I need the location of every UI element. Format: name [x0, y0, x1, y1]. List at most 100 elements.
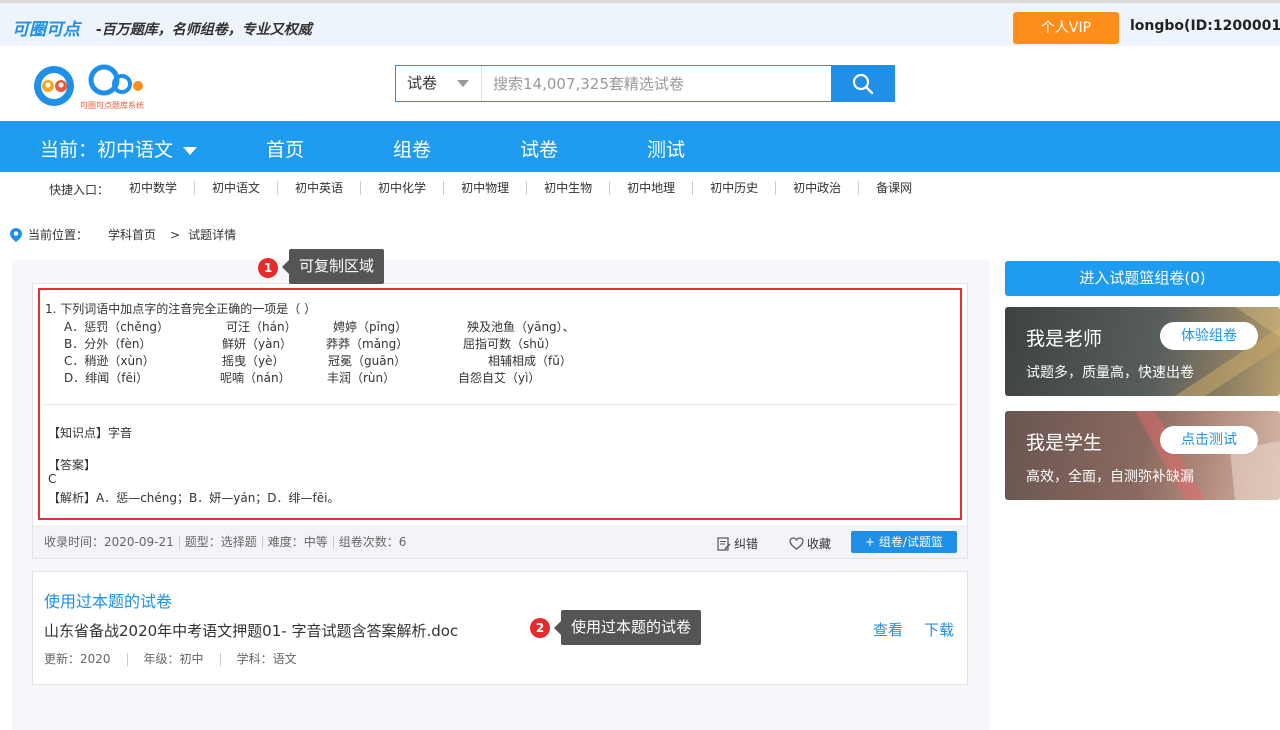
- favorite-button[interactable]: 收藏: [789, 535, 831, 552]
- paper-meta: 更新：2020 年级：初中 学科：语文: [44, 653, 313, 666]
- paper-subject: 学科：语文: [219, 653, 313, 666]
- site-logo[interactable]: 可圈可点题库系统: [30, 56, 170, 114]
- subject-selector[interactable]: 当前：初中语文: [40, 135, 198, 162]
- chevron-down-icon: [457, 80, 469, 87]
- search-type-value: 试卷: [407, 74, 438, 92]
- option-d-2: 呢喃（nán）: [220, 371, 291, 385]
- brand-slogan: -百万题库，名师组卷，专业又权威: [96, 22, 312, 38]
- option-c-4: 相辅相成（fǔ）: [488, 354, 572, 368]
- paper-updated: 更新：2020: [44, 652, 111, 666]
- student-promo-banner[interactable]: 我是学生 点击测试 高效，全面，自测弥补缺漏: [1005, 411, 1280, 500]
- search-button[interactable]: [831, 65, 895, 102]
- brand-name[interactable]: 可圈可点: [12, 15, 80, 40]
- meta-difficulty: 难度：中等: [261, 536, 333, 549]
- meta-type: 题型：选择题: [178, 536, 262, 549]
- nav-home[interactable]: 首页: [266, 135, 304, 162]
- meta-usage-count: 组卷次数：6: [332, 536, 412, 549]
- teacher-banner-art: [1175, 307, 1280, 396]
- current-subject: 当前：初中语文: [40, 139, 174, 161]
- quick-link[interactable]: 初中历史: [692, 181, 775, 195]
- heart-icon: [789, 537, 804, 550]
- add-to-basket-button[interactable]: + 组卷/试题篮: [851, 531, 957, 553]
- meta-date: 收录时间：2020-09-21: [44, 535, 174, 549]
- option-d-3: 丰润（rùn）: [327, 371, 396, 385]
- option-b-4: 屈指可数（shǔ）: [463, 337, 557, 351]
- top-bar: 可圈可点 -百万题库，名师组卷，专业又权威 个人VIP longbo(ID:12…: [0, 0, 1280, 46]
- used-papers-title: 使用过本题的试卷: [44, 592, 173, 611]
- location-pin-icon: [10, 227, 22, 242]
- nav-test[interactable]: 测试: [647, 135, 685, 162]
- breadcrumb-home[interactable]: 学科首页: [108, 226, 156, 243]
- option-d-4: 自怨自艾（yì）: [458, 371, 541, 385]
- option-b-1: B．分外（fèn）: [64, 337, 152, 351]
- nav-papers[interactable]: 试卷: [520, 135, 558, 162]
- student-subtitle: 高效，全面，自测弥补缺漏: [1026, 469, 1194, 485]
- question-footer: 收录时间：2020-09-21 题型：选择题 难度：中等 组卷次数：6 纠错 收…: [32, 525, 968, 559]
- option-a-1: A．惩罚（chěng）: [64, 320, 170, 334]
- callout-used-papers: 使用过本题的试卷: [553, 610, 702, 645]
- option-c-3: 冠冕（guān）: [328, 354, 407, 368]
- quick-links-bar: 快捷入口： 初中数学 初中语文 初中英语 初中化学 初中物理 初中生物 初中地理…: [0, 172, 1280, 206]
- knowledge-point: 【知识点】字音: [48, 426, 133, 440]
- callout-copyable-area: 可复制区域: [281, 249, 385, 284]
- answer-label: 【答案】: [48, 458, 97, 472]
- download-paper-link[interactable]: 下载: [924, 619, 954, 640]
- divider: [44, 404, 958, 405]
- breadcrumb-label: 当前位置：: [28, 228, 89, 242]
- breadcrumb: 当前位置： 学科首页 > 试题详情: [10, 226, 236, 243]
- quick-link[interactable]: 初中数学: [112, 181, 194, 195]
- student-banner-art: [1135, 411, 1280, 500]
- header: 可圈可点题库系统 试卷: [0, 46, 1280, 121]
- breadcrumb-current: 试题详情: [188, 228, 237, 242]
- quick-link[interactable]: 备课网: [858, 181, 929, 195]
- quick-link[interactable]: 初中生物: [526, 181, 609, 195]
- user-account[interactable]: longbo(ID:1200001): [1130, 18, 1280, 34]
- teacher-promo-banner[interactable]: 我是老师 体验组卷 试题多，质量高，快速出卷: [1005, 307, 1280, 396]
- question-meta: 收录时间：2020-09-21 题型：选择题 难度：中等 组卷次数：6: [44, 536, 411, 549]
- report-error-label: 纠错: [734, 537, 759, 551]
- breadcrumb-separator: >: [170, 227, 181, 242]
- search-type-select[interactable]: 试卷: [396, 66, 482, 101]
- search-bar: 试卷: [395, 65, 895, 102]
- option-b-3: 莽莽（mǎng）: [326, 337, 409, 351]
- quick-links: 初中数学 初中语文 初中英语 初中化学 初中物理 初中生物 初中地理 初中历史 …: [112, 181, 929, 195]
- paper-grade: 年级：初中: [126, 653, 220, 666]
- quick-link[interactable]: 初中语文: [194, 181, 277, 195]
- report-error-button[interactable]: 纠错: [717, 535, 758, 552]
- used-papers-card: 使用过本题的试卷 山东省备战2020年中考语文押题01- 字音试题含答案解析.d…: [32, 571, 968, 685]
- option-d-1: D．绯闻（fēi）: [64, 371, 149, 385]
- logo-caption: 可圈可点题库系统: [80, 101, 144, 110]
- chevron-down-icon: [183, 146, 198, 155]
- paper-name[interactable]: 山东省备战2020年中考语文押题01- 字音试题含答案解析.doc: [44, 620, 458, 641]
- favorite-label: 收藏: [807, 537, 832, 551]
- quick-link[interactable]: 初中政治: [775, 181, 858, 195]
- report-icon: [717, 536, 731, 551]
- try-compose-button[interactable]: 体验组卷: [1160, 322, 1258, 350]
- start-test-button[interactable]: 点击测试: [1160, 426, 1258, 454]
- quick-links-label: 快捷入口：: [49, 183, 110, 197]
- search-input[interactable]: [483, 66, 833, 101]
- analysis-text: 【解析】A．惩—chéng；B．妍—yán；D．绯—fēi。: [48, 491, 340, 505]
- view-paper-link[interactable]: 查看: [873, 619, 903, 640]
- quick-link[interactable]: 初中地理: [609, 181, 692, 195]
- option-c-1: C．稍逊（xùn）: [64, 354, 155, 368]
- nav-compose[interactable]: 组卷: [393, 135, 431, 162]
- quick-link[interactable]: 初中英语: [277, 181, 360, 195]
- option-a-3: 娉婷（pīng）: [333, 320, 408, 334]
- option-b-2: 鲜妍（yàn）: [222, 337, 293, 351]
- quick-link[interactable]: 初中物理: [443, 181, 526, 195]
- search-icon: [852, 73, 874, 94]
- callout-badge-2: 2: [530, 618, 550, 638]
- vip-button[interactable]: 个人VIP: [1013, 12, 1119, 44]
- question-stem: 1. 下列词语中加点字的注音完全正确的一项是（ ）: [45, 302, 317, 316]
- enter-basket-button[interactable]: 进入试题篮组卷(0): [1005, 261, 1280, 296]
- quick-link[interactable]: 初中化学: [360, 181, 443, 195]
- teacher-subtitle: 试题多，质量高，快速出卷: [1026, 365, 1194, 381]
- option-a-2: 可汪（hán）: [226, 320, 297, 334]
- student-title: 我是学生: [1026, 432, 1103, 454]
- main-nav: 当前：初中语文 首页 组卷 试卷 测试: [0, 121, 1280, 172]
- teacher-title: 我是老师: [1026, 328, 1103, 350]
- option-a-4: 殃及池鱼（yāng）、: [467, 320, 575, 334]
- option-c-2: 摇曳（yè）: [222, 354, 285, 368]
- callout-badge-1: 1: [258, 258, 278, 278]
